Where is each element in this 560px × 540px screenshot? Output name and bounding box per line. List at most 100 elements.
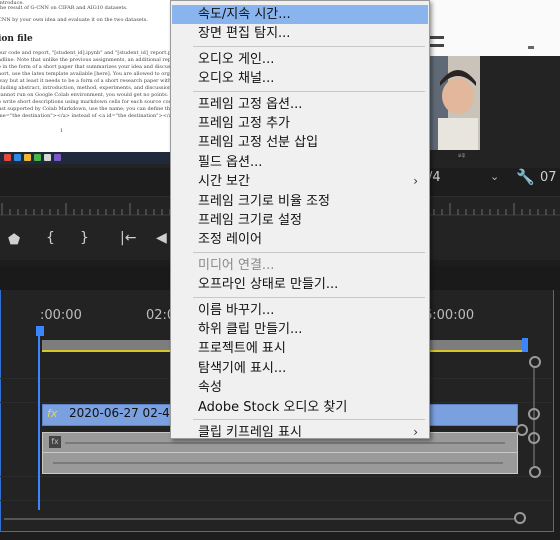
document-marks-icon bbox=[430, 36, 534, 49]
menu-item-label: 속도/지속 시간... bbox=[198, 7, 291, 22]
menu-item-label: Adobe Stock 오디오 찾기 bbox=[198, 399, 348, 415]
menu-item-label: 프레임 고정 선분 삽입 bbox=[198, 135, 319, 151]
audio-waveform bbox=[65, 442, 505, 444]
audio-waveform bbox=[53, 462, 503, 464]
menu-item-label: 오프라인 상태로 만들기... bbox=[198, 277, 339, 293]
scroll-track bbox=[4, 518, 514, 520]
timeline-horizontal-scrollbar[interactable] bbox=[0, 512, 552, 524]
menu-item[interactable]: 클립 키프레임 표시 › bbox=[172, 423, 428, 442]
track-divider bbox=[0, 500, 552, 501]
menu-item[interactable]: 프로젝트에 표시 bbox=[172, 339, 428, 358]
document-line: cluding abstract, introduction, method, … bbox=[0, 85, 172, 91]
go-to-in-icon[interactable]: |← bbox=[120, 230, 136, 246]
menu-item: 미디어 연결... bbox=[172, 256, 428, 275]
work-area-end-handle[interactable] bbox=[522, 338, 528, 352]
mark-in-icon[interactable]: { bbox=[46, 230, 55, 246]
menu-item-label: 프레임 고정 옵션... bbox=[198, 96, 303, 112]
taskbar-app-icon bbox=[44, 154, 51, 161]
page-number: 1 bbox=[60, 128, 64, 134]
menu-item[interactable]: 시간 보간 › bbox=[172, 172, 428, 191]
menu-item-label: 프레임 고정 추가 bbox=[198, 116, 290, 131]
menu-separator bbox=[193, 45, 425, 47]
menu-item[interactable]: 프레임 고정 추가 bbox=[172, 114, 428, 133]
menu-item-label: 탐색기에 표시... bbox=[198, 360, 287, 376]
menu-item-label: 시간 보간 bbox=[198, 174, 250, 190]
ruler-tick-label: 6:00:00 bbox=[424, 308, 475, 323]
menu-item-label: 클립 키프레임 표시 bbox=[198, 425, 302, 440]
marker-icon[interactable]: ⬟ bbox=[8, 232, 20, 248]
menu-item-label: 오디오 게인... bbox=[198, 51, 275, 67]
menu-separator bbox=[193, 251, 425, 253]
windows-taskbar bbox=[0, 152, 172, 164]
menu-item-label: 프레임 크기로 비율 조정 bbox=[198, 193, 330, 209]
wrench-icon[interactable]: 🔧 bbox=[516, 168, 535, 186]
scroll-handle-icon[interactable] bbox=[514, 512, 526, 524]
fx-badge: fx bbox=[49, 436, 61, 448]
track-scroll-handle-icon[interactable] bbox=[528, 432, 540, 444]
taskbar-app-icon bbox=[4, 154, 11, 161]
menu-item[interactable]: 프레임 크기로 비율 조정 bbox=[172, 192, 428, 211]
menu-item-label: 조정 레이어 bbox=[198, 232, 262, 248]
clip-end-handle-icon[interactable] bbox=[516, 424, 528, 436]
monitor-document-preview-right bbox=[428, 0, 560, 56]
audio-clip[interactable] bbox=[42, 452, 518, 474]
menu-item[interactable]: 조정 레이어 bbox=[172, 230, 428, 249]
menu-item[interactable]: 프레임 크기로 설정 bbox=[172, 211, 428, 230]
document-line: e in the form of a short paper that summ… bbox=[0, 64, 172, 70]
document-line: the result of G-CNN on CIFAR and AIG10 d… bbox=[0, 5, 128, 11]
taskbar-app-icon bbox=[34, 154, 41, 161]
track-scroll-handle-icon[interactable] bbox=[528, 408, 540, 420]
playback-resolution-select[interactable]: /4 ⌄ 🔧 bbox=[428, 168, 538, 188]
menu-item-label: 미디어 연결... bbox=[198, 257, 275, 273]
menu-item[interactable]: 필드 옵션... bbox=[172, 153, 428, 172]
document-line: ion file bbox=[0, 34, 33, 44]
scroll-handle-icon[interactable] bbox=[529, 466, 541, 478]
menu-separator bbox=[193, 296, 425, 298]
menu-item[interactable]: 속성 bbox=[172, 378, 428, 397]
mark-out-icon[interactable]: } bbox=[80, 230, 89, 246]
menu-item[interactable]: 속도/지속 시간... bbox=[172, 5, 428, 24]
menu-item[interactable]: 오디오 게인... bbox=[172, 50, 428, 69]
document-line: way but at least it needs to be a form o… bbox=[0, 78, 172, 84]
chevron-down-icon: ⌄ bbox=[490, 170, 500, 183]
document-line: CNN by your own idea and evaluate it on … bbox=[0, 17, 148, 23]
submenu-arrow-icon: › bbox=[413, 174, 418, 189]
menu-item-label: 프로젝트에 표시 bbox=[198, 341, 286, 357]
svg-text:오후: 오후 bbox=[458, 152, 466, 158]
menu-item-label: 오디오 채널... bbox=[198, 71, 275, 87]
document-line: o write short descriptions using markdow… bbox=[0, 99, 172, 105]
menu-item[interactable]: 프레임 고정 선분 삽입 bbox=[172, 133, 428, 152]
menu-item[interactable]: 탐색기에 표시... bbox=[172, 359, 428, 378]
scroll-handle-icon[interactable] bbox=[529, 356, 541, 368]
webcam-overlay: 오후 bbox=[428, 56, 480, 160]
taskbar-app-icon bbox=[24, 154, 31, 161]
document-line: ust supported by Colab Markdown, use the… bbox=[0, 106, 170, 112]
menu-item[interactable]: 오프라인 상태로 만들기... bbox=[172, 275, 428, 294]
menu-item[interactable]: 장면 편집 탐지... bbox=[172, 24, 428, 43]
document-line: cannot run on Google Colab environment, … bbox=[0, 92, 169, 98]
menu-item-label: 필드 옵션... bbox=[198, 154, 263, 170]
track-divider bbox=[0, 476, 552, 477]
menu-item[interactable]: 이름 바꾸기... bbox=[172, 301, 428, 320]
menu-item-label: 이름 바꾸기... bbox=[198, 302, 275, 318]
menu-item[interactable]: 오디오 채널... bbox=[172, 69, 428, 88]
taskbar-app-icon bbox=[14, 154, 21, 161]
document-line: adline. Note that unlike the previous as… bbox=[0, 57, 172, 63]
step-back-icon[interactable]: ◀ bbox=[156, 230, 167, 246]
taskbar-app-icon bbox=[54, 154, 61, 161]
menu-separator bbox=[193, 90, 425, 92]
menu-item-label: 장면 편집 탐지... bbox=[198, 26, 291, 42]
monitor-document-preview: introduce. the result of G-CNN on CIFAR a… bbox=[0, 0, 172, 152]
menu-item[interactable]: 프레임 고정 옵션... bbox=[172, 95, 428, 114]
playhead-line bbox=[38, 326, 40, 510]
playhead-handle[interactable] bbox=[36, 326, 44, 336]
menu-item[interactable]: 하위 클립 만들기... bbox=[172, 320, 428, 339]
menu-item[interactable]: Adobe Stock 오디오 찾기 bbox=[172, 398, 428, 417]
document-line: nort, use the latex template available [… bbox=[0, 71, 172, 77]
document-line: our code and report, "[student_id].ipynb… bbox=[0, 50, 172, 56]
fx-badge: fx bbox=[47, 407, 58, 420]
menu-item-label: 속성 bbox=[198, 380, 222, 396]
ruler-tick-label: :00:00 bbox=[40, 308, 82, 323]
menu-separator bbox=[193, 419, 425, 420]
menu-item-label: 하위 클립 만들기... bbox=[198, 322, 303, 337]
